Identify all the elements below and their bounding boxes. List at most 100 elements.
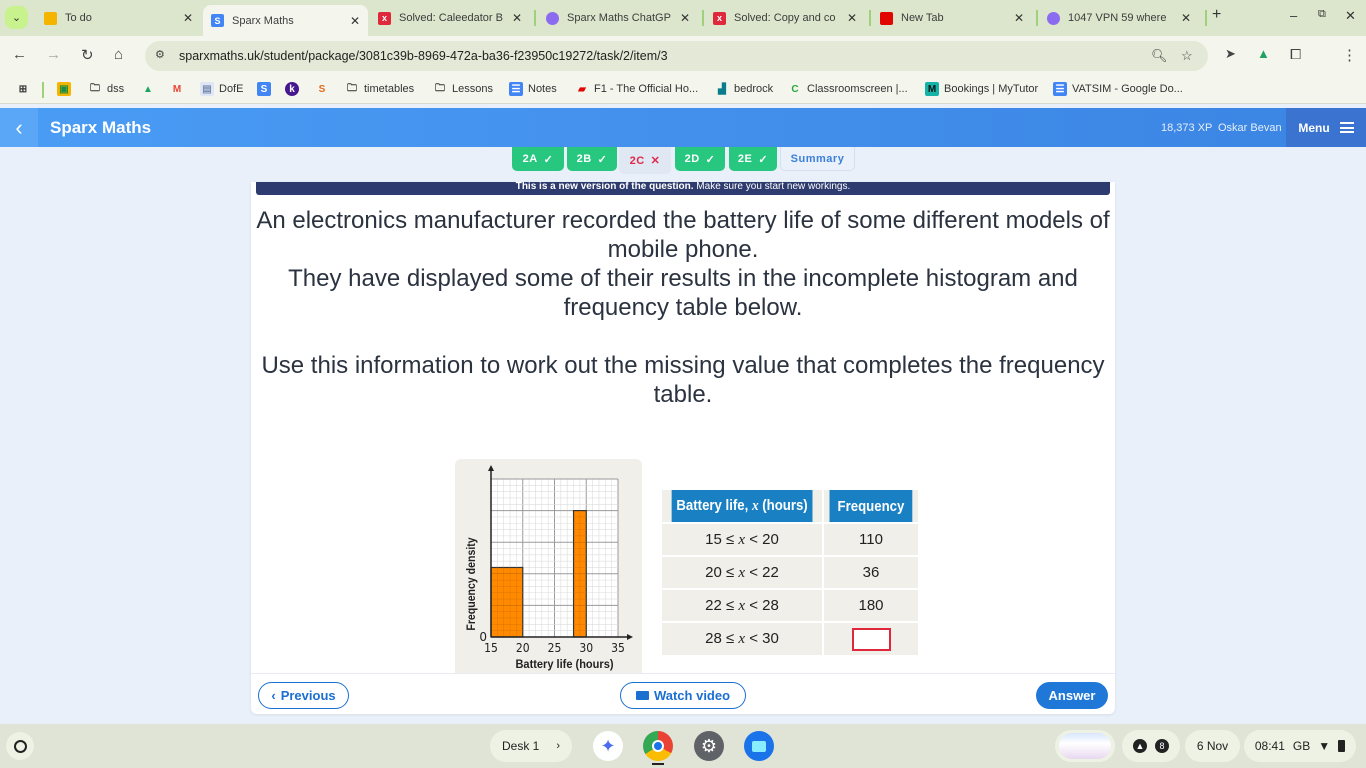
tab-separator <box>702 10 704 26</box>
tab-separator <box>1205 10 1207 26</box>
bookmark-separator <box>42 82 44 98</box>
system-tray[interactable]: 08:41 GB ▼ <box>1244 730 1356 762</box>
close-tab-icon[interactable]: ✕ <box>680 11 690 25</box>
bookmark-item[interactable]: M <box>170 82 189 96</box>
zoom-icon[interactable]: 🔍︎ <box>1151 48 1168 64</box>
browser-tab[interactable]: New Tab ✕ <box>872 5 1032 31</box>
interval-lower: 28 <box>705 630 722 647</box>
bookmark-item[interactable]: ☰ Notes <box>509 82 557 96</box>
check-icon: ✓ <box>705 153 716 166</box>
extensions-puzzle-icon[interactable]: ⧠ <box>1290 46 1301 63</box>
files-app-icon[interactable] <box>744 731 774 761</box>
close-tab-icon[interactable]: ✕ <box>350 14 360 28</box>
bookmark-label: F1 - The Official Ho... <box>594 83 699 95</box>
x-tick-label: 25 <box>548 641 562 655</box>
launcher-button[interactable] <box>6 732 34 760</box>
task-tab-2d[interactable]: 2D ✓ <box>675 147 725 171</box>
bookmark-item[interactable]: ▣ <box>57 82 76 96</box>
histogram: 15 20 25 30 35 0 Battery life (hours) Frequency… <box>455 459 642 674</box>
date-pod[interactable]: 6 Nov <box>1185 730 1240 762</box>
chevron-down-icon: ⌄ <box>11 12 22 24</box>
table-row: 28 ≤ x < 30 <box>662 621 918 655</box>
close-window-button[interactable]: ✕ <box>1345 8 1356 24</box>
answer-input[interactable] <box>851 627 891 651</box>
watch-video-button[interactable]: Watch video <box>620 682 746 709</box>
histogram-bar <box>490 566 524 638</box>
url-text[interactable]: sparxmaths.uk/student/package/3081c39b-8… <box>179 49 668 63</box>
classroomscreen-icon: C <box>791 83 799 95</box>
browser-toolbar: ← → ↻ ⌂ ⚙ sparxmaths.uk/student/package/… <box>0 36 1366 76</box>
f1-icon: ▰ <box>578 83 586 95</box>
bookmark-item[interactable]: ☰ VATSIM - Google Do... <box>1053 82 1183 96</box>
bookmark-label: Lessons <box>452 83 493 95</box>
lt-symbol: < <box>745 563 763 581</box>
browser-tab[interactable]: x Solved: Caleedator B ✕ <box>370 5 530 31</box>
bookmark-item[interactable]: 🗀 timetables <box>345 82 414 96</box>
chrome-app-icon[interactable] <box>643 731 673 761</box>
browser-tab[interactable]: To do ✕ <box>36 5 201 31</box>
task-tab-2b[interactable]: 2B ✓ <box>567 147 617 171</box>
bookmark-label: Bookings | MyTutor <box>944 83 1039 95</box>
new-tab-button[interactable]: + <box>1212 6 1221 24</box>
notification-count: 8 <box>1155 739 1169 753</box>
desk-button[interactable]: Desk 1 › <box>490 730 572 762</box>
browser-tab[interactable]: 1047 VPN 59 where ✕ <box>1039 5 1199 31</box>
bookmark-item[interactable]: S <box>315 82 334 96</box>
task-tab-summary[interactable]: Summary <box>780 147 855 171</box>
bookmark-item[interactable]: ▰ F1 - The Official Ho... <box>575 82 698 96</box>
address-bar[interactable]: ⚙ sparxmaths.uk/student/package/3081c39b… <box>145 41 1208 71</box>
interval-lower: 20 <box>705 563 722 581</box>
browser-tab[interactable]: x Solved: Copy and co ✕ <box>705 5 865 31</box>
new-version-notice: This is a new version of the question. M… <box>256 182 1110 195</box>
back-arrow-icon[interactable]: ← <box>12 46 27 63</box>
notice-text: Make sure you start new workings. <box>693 182 851 192</box>
bookmark-star-icon[interactable]: ☆ <box>1181 48 1193 64</box>
menu-button[interactable]: Menu <box>1286 108 1366 147</box>
chevron-left-icon: ‹ <box>15 114 23 140</box>
y-axis-label: Frequency density <box>465 537 478 631</box>
browser-tab[interactable]: Sparx Maths ChatGP ✕ <box>538 5 698 31</box>
bookmark-item[interactable]: ▤ DofE <box>200 82 243 96</box>
close-tab-icon[interactable]: ✕ <box>183 11 193 25</box>
reload-icon[interactable]: ↻ <box>81 46 94 64</box>
holding-space-thumbnail[interactable] <box>1055 730 1115 762</box>
home-icon[interactable]: ⌂ <box>114 46 123 63</box>
forward-arrow-icon[interactable]: → <box>46 46 61 63</box>
task-tab-2c[interactable]: 2C ✕ <box>619 147 671 174</box>
tab-separator <box>869 10 871 26</box>
bookmark-item[interactable]: S <box>257 82 276 96</box>
restore-button[interactable]: ⧉ <box>1318 8 1326 21</box>
bookmark-item[interactable]: C Classroomscreen |... <box>788 82 907 96</box>
gemini-app-icon[interactable]: ✦ <box>593 731 623 761</box>
minimize-button[interactable]: – <box>1290 8 1297 23</box>
tab-search-button[interactable]: ⌄ <box>5 6 28 29</box>
previous-button[interactable]: ‹ Previous <box>258 682 349 709</box>
bookmark-item[interactable]: ⊞ <box>16 82 35 96</box>
bookmark-item[interactable]: 🗀 Lessons <box>433 82 493 96</box>
close-tab-icon[interactable]: ✕ <box>1014 11 1024 25</box>
kebab-menu-icon[interactable]: ⋮ <box>1342 46 1357 64</box>
frequency-cell: 36 <box>823 555 918 589</box>
answer-button[interactable]: Answer <box>1036 682 1108 709</box>
bookmark-item[interactable]: ▟ bedrock <box>715 82 773 96</box>
site-settings-icon[interactable]: ⚙ <box>155 48 165 61</box>
frequency-cell: 110 <box>823 522 918 556</box>
google-drive-icon[interactable]: ▲ <box>1257 46 1270 61</box>
upload-icon: ▲ <box>1133 739 1147 753</box>
close-tab-icon[interactable]: ✕ <box>847 11 857 25</box>
question-para-2: They have displayed some of their result… <box>288 265 1078 321</box>
notifications-pod[interactable]: ▲ 8 <box>1122 730 1180 762</box>
close-tab-icon[interactable]: ✕ <box>1181 11 1191 25</box>
task-tab-2e[interactable]: 2E ✓ <box>729 147 777 171</box>
back-button[interactable]: ‹ <box>0 108 38 147</box>
bookmark-item[interactable]: k <box>285 82 304 96</box>
bookmark-item[interactable]: 🗀 dss <box>88 82 124 96</box>
chevron-right-icon: › <box>556 740 560 752</box>
task-tab-2a[interactable]: 2A ✓ <box>512 147 564 171</box>
bookmark-item[interactable]: M Bookings | MyTutor <box>925 82 1038 96</box>
bookmark-item[interactable]: ▲ <box>141 82 160 96</box>
cursor-extension-icon[interactable]: ➤ <box>1225 46 1236 62</box>
close-tab-icon[interactable]: ✕ <box>512 11 522 25</box>
settings-app-icon[interactable]: ⚙ <box>694 731 724 761</box>
browser-tab[interactable]: S Sparx Maths ✕ <box>203 5 368 36</box>
